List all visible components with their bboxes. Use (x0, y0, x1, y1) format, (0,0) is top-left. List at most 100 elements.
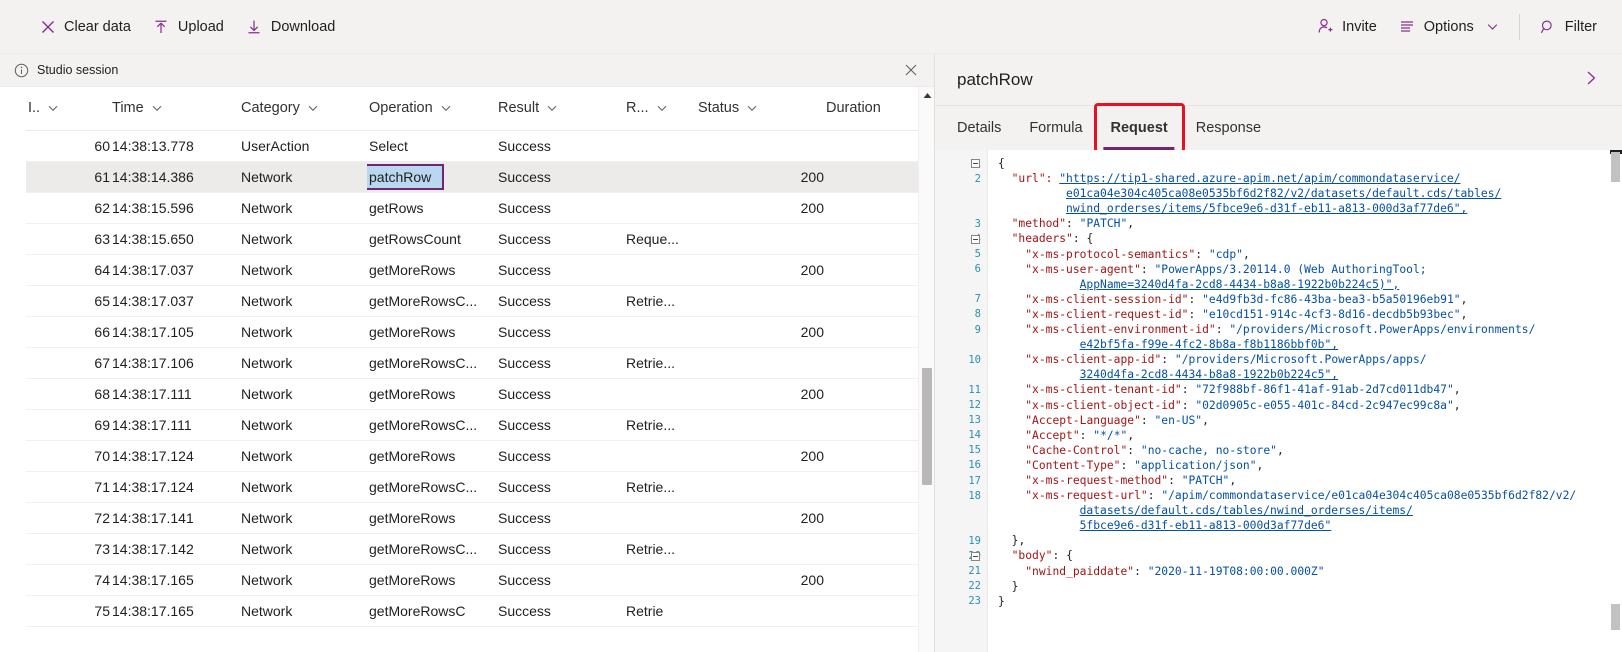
table-cell-status[interactable]: 200 (696, 162, 824, 193)
column-header-result[interactable]: Result (496, 87, 624, 130)
table-cell-category[interactable]: Network (239, 317, 367, 348)
table-cell-result[interactable]: Success (496, 503, 624, 534)
table-cell-time[interactable]: 14:38:17.106 (110, 348, 239, 379)
table-cell-time[interactable]: 14:38:14.386 (110, 162, 239, 193)
table-cell-operation[interactable]: getRowsCount (367, 224, 496, 255)
table-row[interactable]: 6414:38:17.037NetworkgetMoreRowsSuccess2… (26, 255, 934, 286)
table-cell-r[interactable]: Reque... (624, 224, 696, 255)
table-cell-result[interactable]: Success (496, 534, 624, 565)
table-cell-category[interactable]: Network (239, 193, 367, 224)
table-row[interactable]: 7414:38:17.165NetworkgetMoreRowsSuccess2… (26, 565, 934, 596)
table-cell-time[interactable]: 14:38:17.124 (110, 472, 239, 503)
table-cell-id[interactable]: 73 (26, 534, 110, 565)
table-cell-time[interactable]: 14:38:17.142 (110, 534, 239, 565)
table-cell-id[interactable]: 75 (26, 596, 110, 627)
code-content[interactable]: { "url": "https://tip1-shared.azure-apim… (987, 150, 1622, 652)
table-row[interactable]: 7014:38:17.124NetworkgetMoreRowsSuccess2… (26, 441, 934, 472)
table-cell-id[interactable]: 70 (26, 441, 110, 472)
table-cell-id[interactable]: 60 (26, 131, 110, 162)
table-cell-result[interactable]: Success (496, 317, 624, 348)
table-cell-category[interactable]: Network (239, 410, 367, 441)
column-header-id[interactable]: I.. (26, 87, 110, 130)
table-cell-operation[interactable]: patchRow (367, 162, 496, 193)
tab-request[interactable]: Request (1097, 106, 1182, 150)
table-cell-r[interactable]: Retrie... (624, 348, 696, 379)
table-cell-status[interactable] (696, 224, 824, 255)
table-cell-r[interactable]: Retrie... (624, 410, 696, 441)
table-cell-id[interactable]: 61 (26, 162, 110, 193)
table-row[interactable]: 7514:38:17.165NetworkgetMoreRowsCSuccess… (26, 596, 934, 627)
options-button[interactable]: Options (1388, 8, 1510, 46)
table-cell-category[interactable]: Network (239, 503, 367, 534)
table-cell-category[interactable]: Network (239, 224, 367, 255)
table-cell-id[interactable]: 72 (26, 503, 110, 534)
tab-response[interactable]: Response (1182, 106, 1275, 150)
table-cell-time[interactable]: 14:38:17.165 (110, 565, 239, 596)
table-cell-r[interactable]: Retrie... (624, 534, 696, 565)
table-cell-category[interactable]: Network (239, 379, 367, 410)
column-header-operation[interactable]: Operation (367, 87, 496, 130)
table-cell-status[interactable]: 200 (696, 317, 824, 348)
column-header-r[interactable]: R... (624, 87, 696, 130)
table-cell-status[interactable]: 200 (696, 441, 824, 472)
table-cell-status[interactable] (696, 410, 824, 441)
table-cell-result[interactable]: Success (496, 224, 624, 255)
tab-details[interactable]: Details (957, 106, 1015, 150)
table-cell-operation[interactable]: getMoreRowsC (367, 596, 496, 627)
table-cell-time[interactable]: 14:38:17.124 (110, 441, 239, 472)
table-cell-status[interactable] (696, 534, 824, 565)
chevron-down-icon[interactable] (746, 102, 758, 114)
table-cell-category[interactable]: Network (239, 596, 367, 627)
table-cell-time[interactable]: 14:38:13.778 (110, 131, 239, 162)
table-cell-status[interactable]: 200 (696, 255, 824, 286)
table-row[interactable]: 7214:38:17.141NetworkgetMoreRowsSuccess2… (26, 503, 934, 534)
table-cell-category[interactable]: UserAction (239, 131, 367, 162)
code-fold-toggle-icon[interactable] (971, 235, 980, 244)
table-row[interactable]: 6714:38:17.106NetworkgetMoreRowsC...Succ… (26, 348, 934, 379)
table-cell-r[interactable] (624, 255, 696, 286)
table-cell-r[interactable] (624, 193, 696, 224)
session-close-button[interactable] (898, 57, 924, 83)
table-cell-time[interactable]: 14:38:17.105 (110, 317, 239, 348)
table-cell-category[interactable]: Network (239, 162, 367, 193)
table-cell-r[interactable] (624, 565, 696, 596)
table-cell-status[interactable]: 200 (696, 565, 824, 596)
table-cell-result[interactable]: Success (496, 441, 624, 472)
table-cell-category[interactable]: Network (239, 565, 367, 596)
table-cell-r[interactable] (624, 379, 696, 410)
table-cell-id[interactable]: 68 (26, 379, 110, 410)
table-cell-r[interactable]: Retrie... (624, 472, 696, 503)
tab-formula[interactable]: Formula (1015, 106, 1096, 150)
table-row[interactable]: 6614:38:17.105NetworkgetMoreRowsSuccess 2… (26, 317, 934, 348)
table-cell-operation[interactable]: getMoreRows (367, 503, 496, 534)
table-cell-status[interactable] (696, 596, 824, 627)
table-cell-id[interactable]: 69 (26, 410, 110, 441)
table-cell-r[interactable] (624, 441, 696, 472)
column-header-time[interactable]: Time (110, 87, 239, 130)
code-scrollbar-thumb-bottom[interactable] (1611, 604, 1620, 630)
table-cell-operation[interactable]: getMoreRows (367, 317, 496, 348)
selected-cell-highlight[interactable]: patchRow (367, 164, 444, 190)
upload-button[interactable]: Upload (142, 8, 235, 46)
table-cell-result[interactable]: Success (496, 596, 624, 627)
table-cell-id[interactable]: 64 (26, 255, 110, 286)
scrollbar-thumb[interactable] (922, 368, 932, 485)
table-cell-id[interactable]: 71 (26, 472, 110, 503)
clear-data-button[interactable]: Clear data (28, 8, 142, 46)
table-cell-time[interactable]: 14:38:15.650 (110, 224, 239, 255)
table-cell-r[interactable] (624, 503, 696, 534)
code-fold-toggle-icon[interactable] (971, 552, 980, 561)
table-cell-id[interactable]: 65 (26, 286, 110, 317)
table-cell-result[interactable]: Success (496, 193, 624, 224)
table-cell-id[interactable]: 66 (26, 317, 110, 348)
table-cell-status[interactable] (696, 472, 824, 503)
table-cell-operation[interactable]: getMoreRowsC... (367, 348, 496, 379)
table-cell-time[interactable]: 14:38:15.596 (110, 193, 239, 224)
code-vertical-scrollbar[interactable] (1610, 150, 1622, 652)
invite-button[interactable]: Invite (1306, 8, 1388, 46)
table-cell-status[interactable] (696, 131, 824, 162)
column-header-status[interactable]: Status (696, 87, 824, 130)
request-code-viewer[interactable]: 1234567891011121314151617181920212223 { … (935, 150, 1622, 652)
table-cell-r[interactable] (624, 317, 696, 348)
table-cell-result[interactable]: Success (496, 410, 624, 441)
